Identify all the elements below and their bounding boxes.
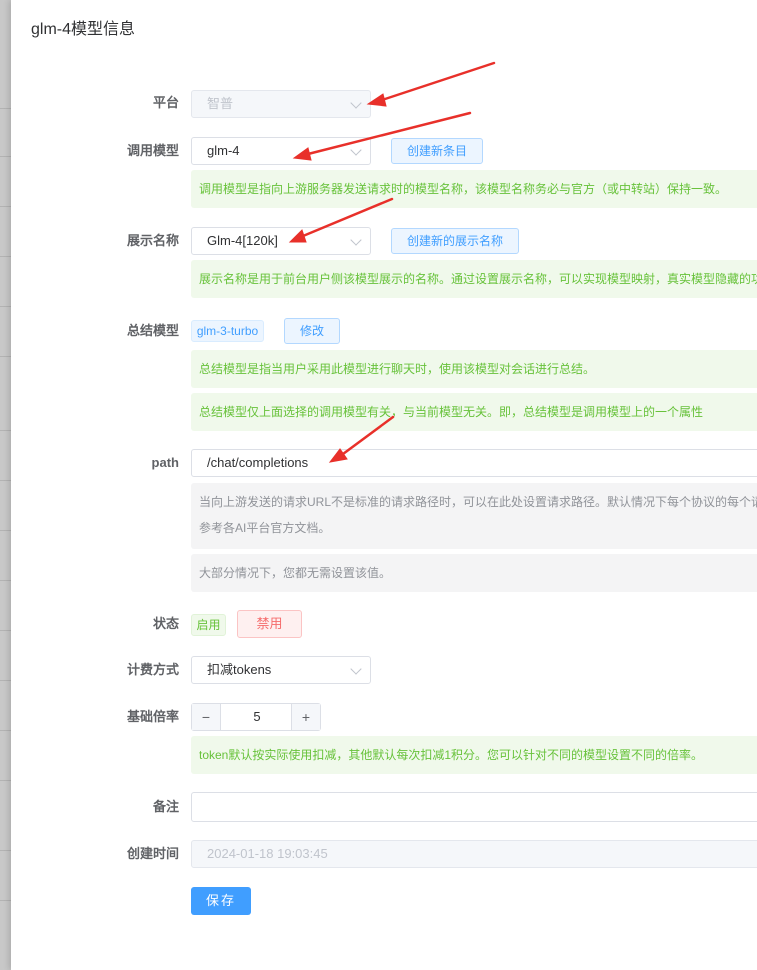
model-info-dialog: glm-4模型信息 平台 智普 调用模型 glm-4 创建新条目 调用模型是指向… — [11, 0, 757, 970]
path-value: /chat/completions — [207, 455, 309, 470]
created-time-label: 创建时间 — [126, 846, 179, 861]
display-name-tip: 展示名称是用于前台用户侧该模型展示的名称。通过设置展示名称，可以实现模型映射，真… — [191, 260, 757, 298]
platform-label: 平台 — [152, 95, 179, 110]
edit-summary-model-button[interactable]: 修改 — [284, 318, 340, 344]
remark-input[interactable] — [191, 792, 757, 822]
model-select[interactable]: glm-4 — [191, 137, 371, 165]
path-input[interactable]: /chat/completions — [191, 449, 757, 477]
rate-stepper: − 5 + — [191, 703, 321, 731]
path-label: path — [151, 455, 179, 470]
model-label: 调用模型 — [126, 143, 179, 158]
chevron-down-icon — [350, 97, 362, 109]
create-entry-button[interactable]: 创建新条目 — [391, 138, 483, 164]
path-tip-line-1: 当向上游发送的请求URL不是标准的请求路径时，可以在此处设置请求路径。默认情况下… — [199, 495, 757, 509]
summary-model-label: 总结模型 — [126, 323, 179, 338]
summary-model-tag: glm-3-turbo — [191, 320, 264, 342]
path-tip-2: 大部分情况下，您都无需设置该值。 — [191, 554, 757, 592]
model-value: glm-4 — [207, 143, 240, 158]
model-tip: 调用模型是指向上游服务器发送请求时的模型名称，该模型名称务必与官方（或中转站）保… — [191, 170, 757, 208]
path-tip: 当向上游发送的请求URL不是标准的请求路径时，可以在此处设置请求路径。默认情况下… — [191, 483, 757, 549]
remark-label: 备注 — [152, 799, 179, 814]
billing-label: 计费方式 — [126, 662, 179, 677]
billing-select[interactable]: 扣减tokens — [191, 656, 371, 684]
disable-button[interactable]: 禁用 — [237, 610, 302, 638]
create-display-name-button[interactable]: 创建新的展示名称 — [391, 228, 519, 254]
created-time-value: 2024-01-18 19:03:45 — [207, 846, 328, 861]
chevron-down-icon — [350, 144, 362, 156]
save-button[interactable]: 保存 — [191, 887, 251, 915]
display-name-select[interactable]: Glm-4[120k] — [191, 227, 371, 255]
created-time-input: 2024-01-18 19:03:45 — [191, 840, 757, 868]
rate-input[interactable]: 5 — [221, 704, 293, 730]
platform-select: 智普 — [191, 90, 371, 118]
background-page-strip — [0, 0, 11, 970]
display-name-value: Glm-4[120k] — [207, 233, 278, 248]
enabled-tag[interactable]: 启用 — [191, 614, 226, 636]
chevron-down-icon — [350, 234, 362, 246]
rate-label: 基础倍率 — [126, 709, 179, 724]
platform-value: 智普 — [207, 96, 234, 111]
summary-model-tip-2: 总结模型仅上面选择的调用模型有关，与当前模型无关。即，总结模型是调用模型上的一个… — [191, 393, 757, 431]
chevron-down-icon — [350, 663, 362, 675]
status-label: 状态 — [152, 616, 179, 631]
summary-model-tip-1: 总结模型是指当用户采用此模型进行聊天时，使用该模型对会话进行总结。 — [191, 350, 757, 388]
increase-button[interactable]: + — [291, 704, 320, 730]
display-name-label: 展示名称 — [126, 233, 179, 248]
billing-value: 扣减tokens — [207, 662, 272, 677]
dialog-title: glm-4模型信息 — [31, 21, 136, 38]
rate-tip: token默认按实际使用扣减，其他默认每次扣减1积分。您可以针对不同的模型设置不… — [191, 736, 757, 774]
path-tip-line-2: 参考各AI平台官方文档。 — [199, 521, 331, 535]
decrease-button[interactable]: − — [192, 704, 221, 730]
